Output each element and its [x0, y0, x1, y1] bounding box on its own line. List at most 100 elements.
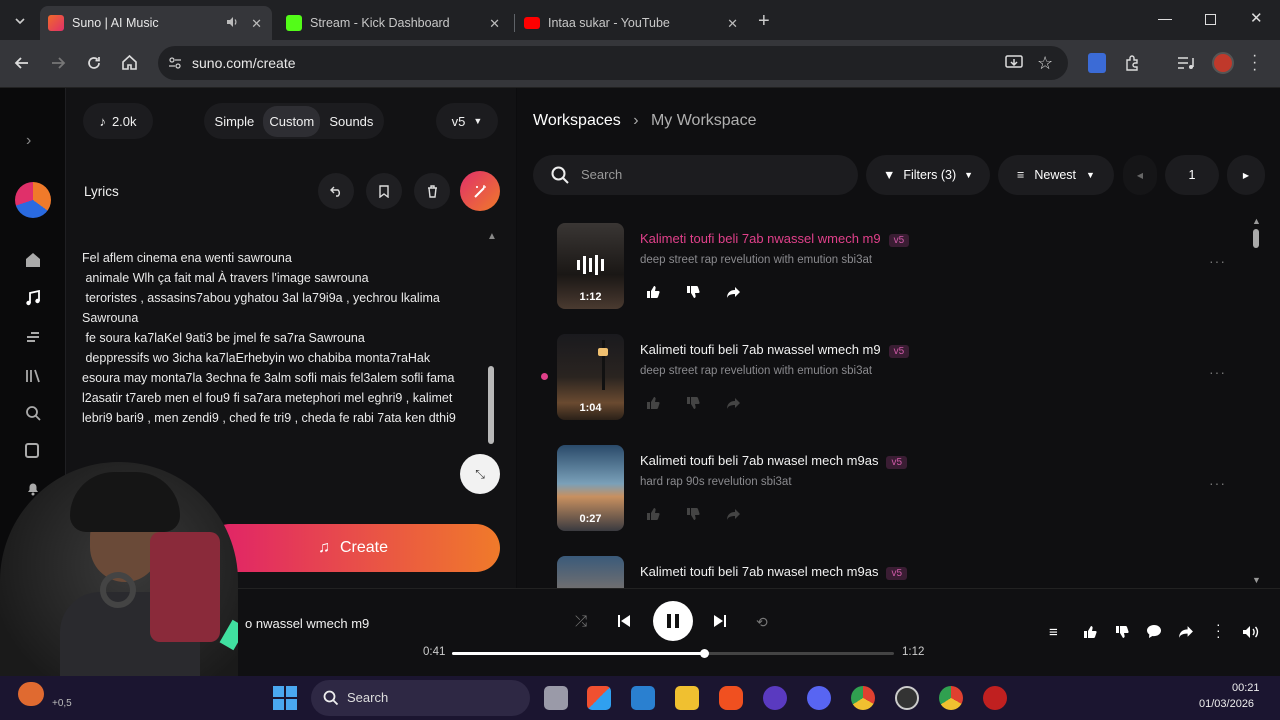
song-title[interactable]: Kalimeti toufi beli 7ab nwassel wmech m9…	[640, 231, 910, 247]
song-cover[interactable]: 0:27	[557, 445, 624, 531]
song-row[interactable]: 1:04 Kalimeti toufi beli 7ab nwassel wme…	[557, 334, 1225, 424]
hooks-nav-icon[interactable]	[25, 443, 39, 458]
share-icon[interactable]	[1178, 625, 1194, 639]
search-nav-icon[interactable]	[25, 405, 41, 421]
windows-start-icon[interactable]	[273, 686, 297, 710]
version-select[interactable]: v5 ▼	[436, 103, 498, 139]
breadcrumb-workspaces[interactable]: Workspaces	[533, 112, 621, 129]
progress-track[interactable]	[452, 649, 894, 658]
next-track-icon[interactable]	[713, 614, 727, 628]
back-icon[interactable]	[14, 55, 30, 71]
obs-icon[interactable]	[895, 686, 919, 710]
share-icon[interactable]	[720, 390, 746, 416]
song-list-scrollbar[interactable]	[1253, 229, 1259, 248]
scroll-down-arrow-icon[interactable]: ▼	[1252, 575, 1261, 585]
close-window-icon[interactable]: ✕	[1250, 9, 1263, 27]
mode-sounds-tab[interactable]: Sounds	[329, 114, 373, 129]
chrome-icon[interactable]	[851, 686, 875, 710]
tab-kick[interactable]: Stream - Kick Dashboard ✕	[278, 6, 510, 40]
discord-icon[interactable]	[807, 686, 831, 710]
chrome-profile-icon[interactable]	[939, 686, 963, 710]
extensions-puzzle-icon[interactable]	[1124, 54, 1142, 72]
tab-search-chevron-icon[interactable]	[8, 10, 32, 32]
lyrics-scrollbar[interactable]	[488, 366, 494, 444]
tab-suno[interactable]: Suno | AI Music ✕	[40, 6, 272, 40]
like-icon[interactable]	[1083, 625, 1097, 639]
extension-shield-icon[interactable]	[1088, 53, 1106, 73]
like-icon[interactable]	[640, 390, 666, 416]
now-playing-title[interactable]: o nwassel wmech m9	[245, 616, 369, 631]
song-row[interactable]: 1:12 Kalimeti toufi beli 7ab nwassel wme…	[557, 223, 1225, 313]
forward-icon[interactable]	[50, 55, 66, 71]
weather-icon[interactable]	[18, 682, 44, 706]
suno-logo[interactable]	[15, 182, 51, 218]
mode-custom-tab[interactable]: Custom	[263, 105, 321, 137]
browser-menu-icon[interactable]: · · ·	[1252, 48, 1257, 78]
lyrics-textarea[interactable]: Fel aflem cinema ena wenti sawrouna anim…	[82, 248, 482, 428]
undo-button[interactable]	[318, 173, 354, 209]
song-row[interactable]: 0:27 Kalimeti toufi beli 7ab nwasel mech…	[557, 445, 1225, 535]
dislike-icon[interactable]	[680, 501, 706, 527]
player-more-icon[interactable]: · · ·	[1216, 617, 1221, 643]
song-search-input[interactable]: Search	[533, 155, 858, 195]
more-options-icon[interactable]: ···	[1209, 253, 1226, 269]
install-app-icon[interactable]	[1005, 55, 1023, 71]
bookmark-button[interactable]	[366, 173, 402, 209]
tab-audio-icon[interactable]	[226, 16, 239, 28]
profile-avatar[interactable]	[1212, 52, 1234, 74]
like-icon[interactable]	[640, 501, 666, 527]
queue-icon[interactable]: ≡	[1049, 624, 1058, 641]
dislike-icon[interactable]	[1115, 625, 1129, 639]
share-icon[interactable]	[720, 279, 746, 305]
progress-knob[interactable]	[699, 649, 709, 658]
mode-simple-tab[interactable]: Simple	[215, 114, 255, 129]
next-page-button[interactable]: ▶	[1227, 155, 1265, 195]
scroll-up-arrow-icon[interactable]: ▲	[487, 231, 497, 242]
song-cover[interactable]	[557, 556, 624, 588]
song-title[interactable]: Kalimeti toufi beli 7ab nwassel wmech m9…	[640, 342, 910, 358]
expand-sidebar-icon[interactable]: ›	[26, 132, 31, 150]
delete-button[interactable]	[414, 173, 450, 209]
home-icon[interactable]	[121, 54, 138, 71]
widgets-icon[interactable]	[631, 686, 655, 710]
bookmark-star-icon[interactable]: ☆	[1037, 53, 1053, 74]
shuffle-icon[interactable]: ⤮	[575, 613, 587, 630]
repeat-icon[interactable]: ⟲	[756, 614, 768, 631]
create-button[interactable]: ♫ Create	[206, 524, 500, 572]
song-cover[interactable]: 1:12	[557, 223, 624, 309]
tab-close-icon[interactable]: ✕	[727, 16, 738, 32]
sort-button[interactable]: ≡ Newest ▼	[998, 155, 1114, 195]
minimize-icon[interactable]	[1158, 19, 1172, 20]
collapse-button[interactable]: ⤡	[460, 454, 500, 494]
song-cover[interactable]: 1:04	[557, 334, 624, 420]
file-explorer-icon[interactable]	[675, 686, 699, 710]
more-options-icon[interactable]: ···	[1209, 364, 1226, 380]
like-icon[interactable]	[640, 279, 666, 305]
task-view-icon[interactable]	[544, 686, 568, 710]
studio-nav-icon[interactable]	[25, 329, 41, 345]
share-icon[interactable]	[720, 501, 746, 527]
recording-app-icon[interactable]	[983, 686, 1007, 710]
comment-icon[interactable]	[1146, 624, 1162, 639]
tab-close-icon[interactable]: ✕	[251, 16, 262, 32]
volume-icon[interactable]	[1242, 625, 1259, 639]
prev-page-button[interactable]: ◀	[1123, 155, 1157, 195]
song-title[interactable]: Kalimeti toufi beli 7ab nwasel mech m9as…	[640, 453, 908, 469]
dislike-icon[interactable]	[680, 279, 706, 305]
library-nav-icon[interactable]	[25, 368, 41, 384]
previous-track-icon[interactable]	[617, 614, 631, 628]
magic-wand-button[interactable]	[460, 171, 500, 211]
more-options-icon[interactable]: ···	[1209, 475, 1226, 491]
new-tab-icon[interactable]: +	[758, 10, 770, 33]
home-nav-icon[interactable]	[25, 252, 41, 268]
taskbar-search[interactable]: Search	[311, 680, 530, 716]
media-control-icon[interactable]	[1177, 55, 1195, 71]
app-icon[interactable]	[763, 686, 787, 710]
filters-button[interactable]: ▼ Filters (3) ▼	[866, 155, 990, 195]
tab-close-icon[interactable]: ✕	[489, 16, 500, 32]
dislike-icon[interactable]	[680, 390, 706, 416]
restore-icon[interactable]	[1205, 14, 1216, 25]
pause-button[interactable]	[653, 601, 693, 641]
microsoft-store-icon[interactable]	[587, 686, 611, 710]
song-title[interactable]: Kalimeti toufi beli 7ab nwasel mech m9as…	[640, 564, 908, 580]
